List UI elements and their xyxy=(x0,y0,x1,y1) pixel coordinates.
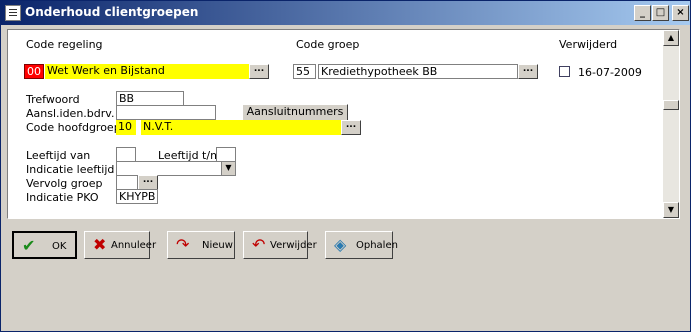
cancel-x-icon: ✖ xyxy=(93,235,107,254)
verwijder-button[interactable]: ↶ Verwijder xyxy=(243,231,317,259)
form-panel: Code regeling Code groep Verwijderd 00 W… xyxy=(7,29,680,219)
fetch-icon: ◈ xyxy=(334,235,347,254)
annuleer-label: Annuleer xyxy=(111,240,157,251)
indicatie-leeftijd-select[interactable]: ▼ xyxy=(116,161,236,176)
hoofdgroep-code-field[interactable]: 10 xyxy=(116,120,136,135)
vervolg-groep-lookup-button[interactable]: ... xyxy=(138,175,158,190)
window: Onderhoud clientgroepen _ □ × Code regel… xyxy=(0,0,691,332)
leeftijd-van-label: Leeftijd van xyxy=(26,149,91,162)
window-title: Onderhoud clientgroepen xyxy=(25,5,199,19)
maximize-icon[interactable]: □ xyxy=(652,5,669,21)
ophalen-label: Ophalen xyxy=(356,240,398,251)
nieuw-label: Nieuw xyxy=(202,240,233,251)
annuleer-button[interactable]: ✖ Annuleer xyxy=(84,231,156,259)
scroll-up-icon[interactable]: ▲ xyxy=(663,30,679,46)
trefwoord-input[interactable]: BB xyxy=(116,91,184,106)
nieuw-button[interactable]: ↷ Nieuw xyxy=(167,231,235,259)
aansl-label: Aansl.iden.bdrv. xyxy=(26,107,115,120)
verwijderd-checkbox[interactable] xyxy=(559,66,570,77)
verwijder-label: Verwijder xyxy=(270,240,317,251)
ophalen-button[interactable]: ◈ Ophalen xyxy=(325,231,398,259)
header-code-regeling: Code regeling xyxy=(26,38,103,51)
groep-lookup-button[interactable]: ... xyxy=(518,64,538,79)
hoofdgroep-lookup-button[interactable]: ... xyxy=(341,120,361,135)
minimize-icon[interactable]: _ xyxy=(634,5,651,21)
app-icon xyxy=(5,5,21,21)
delete-arrow-icon: ↶ xyxy=(252,235,266,254)
regeling-name-field[interactable]: Wet Werk en Bijstand xyxy=(45,64,249,79)
leeftijd-tm-input[interactable] xyxy=(216,147,236,162)
regeling-code-field[interactable]: 00 xyxy=(24,64,44,79)
scroll-thumb[interactable] xyxy=(663,100,679,110)
new-arrow-icon: ↷ xyxy=(176,235,190,254)
header-code-groep: Code groep xyxy=(296,38,360,51)
close-icon[interactable]: × xyxy=(672,5,689,21)
ok-label: OK xyxy=(52,241,67,252)
aansl-input[interactable] xyxy=(116,105,216,120)
groep-name-field[interactable]: Krediethypotheek BB xyxy=(318,64,518,79)
checkmark-icon: ✔ xyxy=(22,236,36,255)
title-bar: Onderhoud clientgroepen _ □ × xyxy=(1,1,690,25)
verwijderd-date: 16-07-2009 xyxy=(578,66,642,79)
vervolg-groep-label: Vervolg groep xyxy=(26,177,103,190)
hoofdgroep-name-field[interactable]: N.V.T. xyxy=(141,120,341,135)
regeling-lookup-button[interactable]: ... xyxy=(249,64,269,79)
ok-button[interactable]: ✔ OK xyxy=(12,231,77,259)
chevron-down-icon[interactable]: ▼ xyxy=(221,162,235,175)
indicatie-leeftijd-label: Indicatie leeftijd xyxy=(26,163,115,176)
trefwoord-label: Trefwoord xyxy=(26,93,80,106)
indicatie-pko-input[interactable]: KHYPB xyxy=(116,189,158,204)
indicatie-pko-label: Indicatie PKO xyxy=(26,191,99,204)
vervolg-groep-input[interactable] xyxy=(116,175,138,190)
scroll-down-icon[interactable]: ▼ xyxy=(663,202,679,218)
groep-code-field[interactable]: 55 xyxy=(293,64,316,79)
hoofdgroep-label: Code hoofdgroep xyxy=(26,121,121,134)
vertical-scrollbar[interactable]: ▲ ▼ xyxy=(663,30,679,218)
header-verwijderd: Verwijderd xyxy=(559,38,618,51)
aansluitnummers-button[interactable]: Aansluitnummers xyxy=(242,104,348,121)
leeftijd-van-input[interactable] xyxy=(116,147,136,162)
